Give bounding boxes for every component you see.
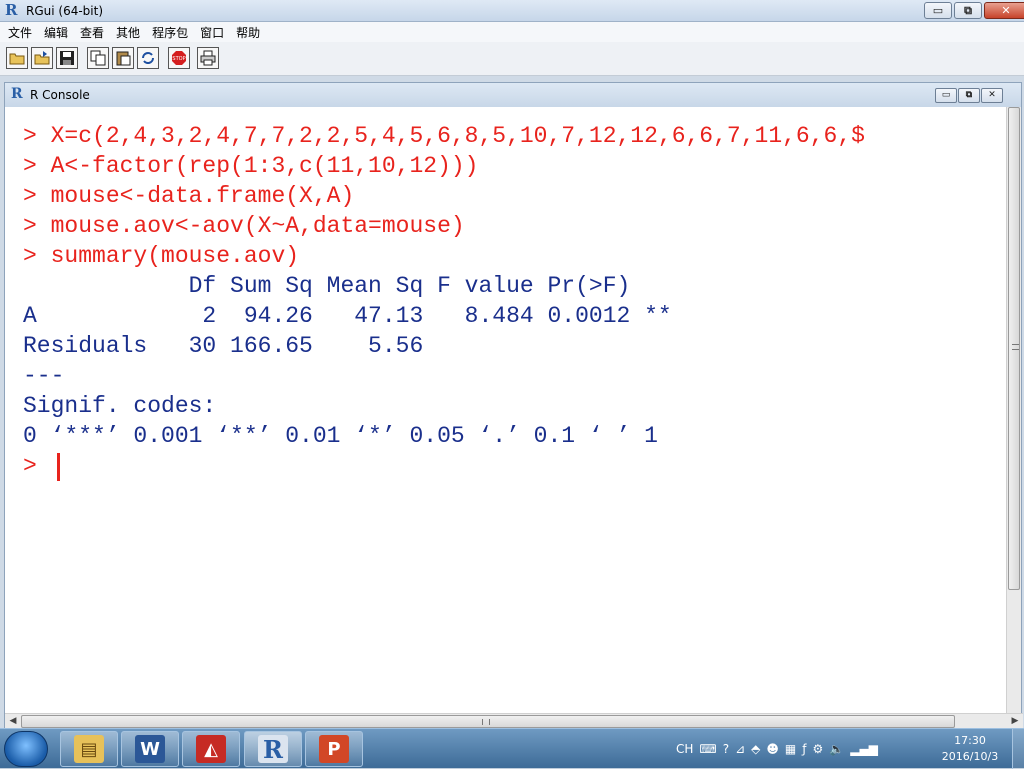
r-console-window: R R Console ▭ ⧉ ✕ > X=c(2,4,3,2,4,7,7,2,… xyxy=(4,82,1023,729)
console-line: > summary(mouse.aov) xyxy=(23,243,300,269)
taskbar-app-word[interactable]: W xyxy=(121,731,179,767)
clock-time: 17:30 xyxy=(954,734,986,747)
powerpoint-icon: P xyxy=(319,735,349,763)
scroll-left-icon[interactable]: ◀ xyxy=(5,714,21,729)
save-workspace-button[interactable] xyxy=(56,47,78,69)
save-workspace-icon xyxy=(60,51,74,65)
console-prompt[interactable]: > xyxy=(23,451,51,481)
word-icon: W xyxy=(135,735,165,763)
taskbar: ▤ W ◭ R P CH ⌨ ? ⊿ ⬘ ☻ ▦ ƒ ⚙ 🔈 ▂▄▆ 17:30… xyxy=(0,728,1024,769)
r-app-icon: R xyxy=(5,1,18,19)
menu-file[interactable]: 文件 xyxy=(2,24,38,41)
antivirus-icon[interactable]: ☻ xyxy=(766,742,779,756)
menu-packages[interactable]: 程序包 xyxy=(146,24,194,41)
paste-button[interactable] xyxy=(112,47,134,69)
flash-icon[interactable]: ƒ xyxy=(802,742,806,756)
open-script-button[interactable] xyxy=(6,47,28,69)
taskbar-app-powerpoint[interactable]: P xyxy=(305,731,363,767)
menu-edit[interactable]: 编辑 xyxy=(38,24,74,41)
toolbar: STOP xyxy=(0,42,1024,76)
stop-button[interactable]: STOP xyxy=(168,47,190,69)
scroll-grip-icon xyxy=(1012,344,1019,350)
rgui-main-window: R RGui (64-bit) ▭ ⧉ ✕ 文件 编辑 查看 其他 程序包 窗口… xyxy=(0,0,1024,729)
copy-button[interactable] xyxy=(87,47,109,69)
print-button[interactable] xyxy=(197,47,219,69)
console-line: --- xyxy=(23,363,65,389)
maximize-button[interactable]: ⧉ xyxy=(954,2,982,19)
console-line: Residuals 30 166.65 5.56 xyxy=(23,333,658,359)
console-line: A 2 94.26 47.13 8.484 0.0012 ** xyxy=(23,303,672,329)
console-line: Df Sum Sq Mean Sq F value Pr(>F) xyxy=(23,273,658,299)
menu-misc[interactable]: 其他 xyxy=(110,24,146,41)
console-line: Signif. codes: xyxy=(23,393,217,419)
copy-paste-icon xyxy=(142,52,154,64)
help-icon[interactable]: ? xyxy=(723,742,729,756)
console-window-controls: ▭ ⧉ ✕ xyxy=(935,88,1003,103)
text-cursor xyxy=(57,453,60,481)
signal-icon[interactable]: ▂▄▆ xyxy=(850,742,878,756)
copy-paste-button[interactable] xyxy=(137,47,159,69)
title-bar[interactable]: R RGui (64-bit) ▭ ⧉ ✕ xyxy=(0,0,1024,22)
open-script-icon xyxy=(9,53,25,65)
folder-icon: ▤ xyxy=(74,735,104,763)
console-maximize-button[interactable]: ⧉ xyxy=(958,88,980,103)
pin-icon[interactable]: ⊿ xyxy=(735,742,745,756)
menu-view[interactable]: 查看 xyxy=(74,24,110,41)
network-icon[interactable]: ⚙ xyxy=(813,742,824,756)
copy-icon xyxy=(90,50,106,66)
print-icon xyxy=(200,50,216,66)
menu-windows[interactable]: 窗口 xyxy=(194,24,230,41)
menu-bar: 文件 编辑 查看 其他 程序包 窗口 帮助 xyxy=(0,22,1024,42)
vertical-scroll-thumb[interactable] xyxy=(1008,107,1020,590)
window-title: RGui (64-bit) xyxy=(26,4,104,18)
console-minimize-button[interactable]: ▭ xyxy=(935,88,957,103)
language-indicator[interactable]: CH xyxy=(676,742,693,756)
system-tray: CH ⌨ ? ⊿ ⬘ ☻ ▦ ƒ ⚙ 🔈 ▂▄▆ xyxy=(676,729,878,769)
console-line: > mouse<-data.frame(X,A) xyxy=(23,183,355,209)
scroll-grip-icon xyxy=(482,719,490,725)
clock-date: 2016/10/3 xyxy=(941,750,999,763)
window-controls: ▭ ⧉ ✕ xyxy=(924,2,1024,19)
paste-icon xyxy=(116,51,131,66)
r-console-icon: R xyxy=(11,86,23,102)
pdf-tray-icon[interactable]: ⬘ xyxy=(751,742,760,756)
console-output-area[interactable]: > X=c(2,4,3,2,4,7,7,2,2,5,4,5,6,8,5,10,7… xyxy=(5,107,1008,713)
taskbar-app-r[interactable]: R xyxy=(244,731,302,767)
stop-icon: STOP xyxy=(172,51,186,65)
horizontal-scrollbar[interactable]: ◀ ▶ xyxy=(5,713,1023,729)
console-line: > mouse.aov<-aov(X~A,data=mouse) xyxy=(23,213,465,239)
horizontal-scroll-thumb[interactable] xyxy=(21,715,955,728)
load-workspace-icon xyxy=(34,51,50,65)
clock[interactable]: 17:30 2016/10/3 xyxy=(932,733,1008,765)
taskbar-app-adobe[interactable]: ◭ xyxy=(182,731,240,767)
console-line: 0 ‘***’ 0.001 ‘**’ 0.01 ‘*’ 0.05 ‘.’ 0.1… xyxy=(23,423,658,449)
close-button[interactable]: ✕ xyxy=(984,2,1024,19)
scroll-right-icon[interactable]: ▶ xyxy=(1007,714,1023,729)
menu-help[interactable]: 帮助 xyxy=(230,24,266,41)
console-title-bar[interactable]: R R Console ▭ ⧉ ✕ xyxy=(5,83,1021,107)
minimize-button[interactable]: ▭ xyxy=(924,2,952,19)
console-close-button[interactable]: ✕ xyxy=(981,88,1003,103)
stop-icon-label: STOP xyxy=(172,56,185,62)
load-workspace-button[interactable] xyxy=(31,47,53,69)
volume-icon[interactable]: 🔈 xyxy=(829,742,844,756)
r-icon: R xyxy=(258,735,288,764)
console-title: R Console xyxy=(30,88,90,102)
console-line: > A<-factor(rep(1:3,c(11,10,12))) xyxy=(23,153,479,179)
start-button[interactable] xyxy=(4,731,48,767)
keyboard-icon[interactable]: ⌨ xyxy=(699,742,716,756)
taskbar-app-explorer[interactable]: ▤ xyxy=(60,731,118,767)
console-line: > X=c(2,4,3,2,4,7,7,2,2,5,4,5,6,8,5,10,7… xyxy=(23,123,865,149)
show-desktop-button[interactable] xyxy=(1012,729,1024,769)
pdf-icon: ◭ xyxy=(196,735,226,763)
vertical-scrollbar[interactable] xyxy=(1006,107,1021,713)
app-tray-icon[interactable]: ▦ xyxy=(785,742,796,756)
